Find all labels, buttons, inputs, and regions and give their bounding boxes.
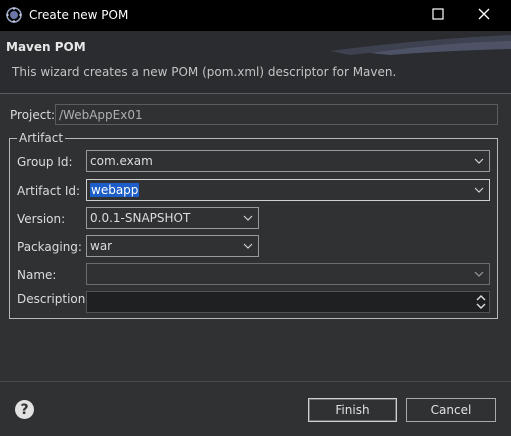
finish-label: Finish bbox=[335, 403, 370, 417]
packaging-value: war bbox=[90, 239, 113, 253]
chevron-down-icon[interactable] bbox=[469, 264, 489, 284]
cancel-button[interactable]: Cancel bbox=[406, 398, 496, 422]
scrollbar[interactable] bbox=[475, 293, 487, 311]
close-icon bbox=[478, 8, 490, 23]
eclipse-app-icon bbox=[6, 7, 22, 23]
artifact-group-label: Artifact bbox=[17, 131, 66, 145]
maximize-icon bbox=[432, 8, 444, 23]
banner-decoration-icon bbox=[330, 35, 511, 55]
group-id-value: com.exam bbox=[90, 154, 153, 168]
version-combo[interactable]: 0.0.1-SNAPSHOT bbox=[86, 207, 259, 229]
chevron-down-icon[interactable] bbox=[238, 236, 258, 256]
packaging-label: Packaging: bbox=[17, 240, 82, 254]
maximize-button[interactable] bbox=[415, 0, 461, 31]
project-value: /WebAppEx01 bbox=[59, 107, 143, 122]
description-label: Description: bbox=[17, 292, 90, 306]
name-combo[interactable] bbox=[86, 263, 490, 285]
banner-description: This wizard creates a new POM (pom.xml) … bbox=[12, 65, 397, 79]
footer-divider bbox=[0, 381, 511, 382]
project-field: /WebAppEx01 bbox=[55, 104, 498, 125]
group-id-combo[interactable]: com.exam bbox=[86, 150, 490, 172]
chevron-down-icon[interactable] bbox=[469, 180, 489, 200]
cancel-label: Cancel bbox=[430, 403, 472, 417]
description-textarea[interactable] bbox=[86, 291, 490, 313]
project-label: Project: bbox=[10, 108, 56, 122]
artifact-id-label: Artifact Id: bbox=[17, 184, 81, 198]
wizard-banner: Maven POM This wizard creates a new POM … bbox=[0, 31, 511, 93]
banner-title: Maven POM bbox=[6, 40, 86, 54]
chevron-down-icon[interactable] bbox=[238, 208, 258, 228]
artifact-id-combo[interactable]: webapp bbox=[86, 179, 490, 201]
window-titlebar: Create new POM bbox=[0, 0, 511, 31]
chevron-down-icon[interactable] bbox=[469, 151, 489, 171]
close-button[interactable] bbox=[461, 0, 507, 31]
name-label: Name: bbox=[17, 268, 57, 282]
version-label: Version: bbox=[17, 212, 66, 226]
artifact-id-value: webapp bbox=[90, 183, 140, 197]
group-id-label: Group Id: bbox=[17, 155, 73, 169]
help-icon[interactable]: ? bbox=[15, 400, 34, 419]
packaging-combo[interactable]: war bbox=[86, 235, 259, 257]
finish-button[interactable]: Finish bbox=[308, 398, 397, 422]
banner-divider bbox=[0, 93, 511, 94]
version-value: 0.0.1-SNAPSHOT bbox=[90, 211, 191, 225]
window-title: Create new POM bbox=[29, 8, 129, 22]
